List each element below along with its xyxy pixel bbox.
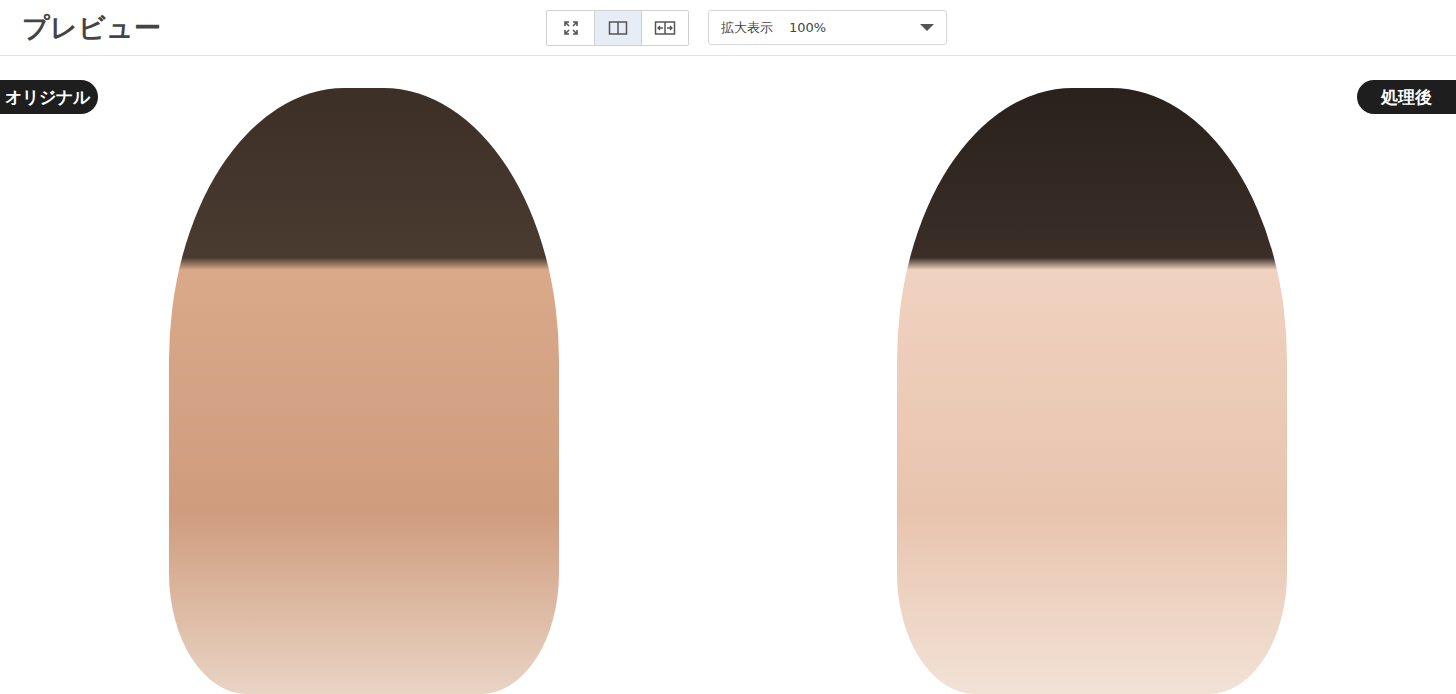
compare-panel: 処理後 bbox=[728, 56, 1456, 694]
portrait-photo bbox=[169, 88, 559, 694]
preview-title: プレビュー bbox=[22, 10, 546, 46]
view-mode-group bbox=[546, 10, 689, 46]
view-mode-button[interactable] bbox=[641, 11, 688, 45]
panel-badge: 処理後 bbox=[1357, 80, 1456, 114]
compare-stage: オリジナル 処理後 bbox=[0, 56, 1456, 694]
slider-compare-icon bbox=[654, 20, 676, 36]
zoom-label: 拡大表示 bbox=[721, 19, 773, 37]
panel-badge: オリジナル bbox=[0, 80, 98, 114]
dropdown-caret-icon bbox=[920, 24, 934, 31]
zoom-dropdown[interactable]: 拡大表示 100% bbox=[708, 10, 947, 45]
toolbar: 拡大表示 100% bbox=[546, 10, 947, 46]
view-mode-button[interactable] bbox=[594, 11, 641, 45]
portrait-photo bbox=[897, 88, 1287, 694]
view-mode-button[interactable] bbox=[547, 11, 594, 45]
preview-page: プレビュー 拡大表示 100% オリジナル 処理後 bbox=[0, 0, 1456, 694]
compare-panel: オリジナル bbox=[0, 56, 728, 694]
split-view-icon bbox=[608, 20, 628, 36]
preview-header: プレビュー 拡大表示 100% bbox=[0, 0, 1456, 56]
fit-screen-icon bbox=[563, 20, 579, 36]
zoom-value: 100% bbox=[789, 20, 826, 35]
